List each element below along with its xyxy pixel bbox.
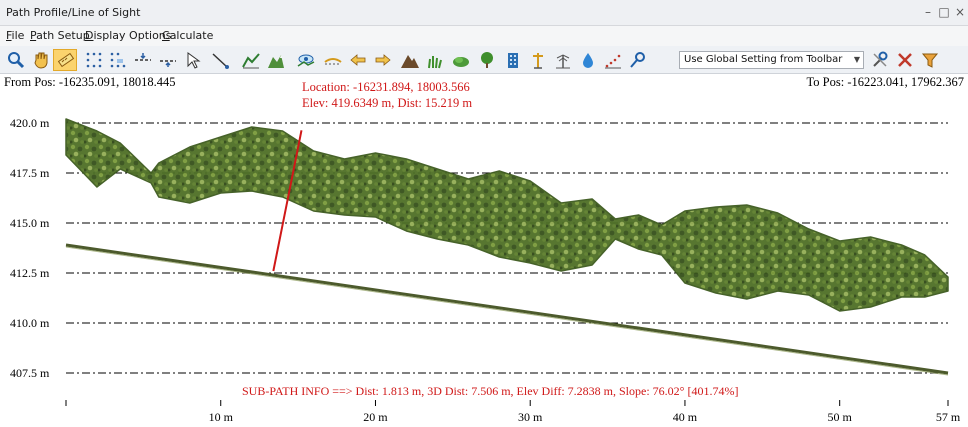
y-tick-label: 412.5 m: [10, 266, 50, 280]
setting-source-dropdown[interactable]: Use Global Setting from Toolbar ▼: [679, 51, 864, 69]
minimize-button[interactable]: –: [921, 4, 935, 20]
menu-bar: File Path Setup Display Options Calculat…: [0, 26, 968, 46]
y-tick-label: 415.0 m: [10, 216, 50, 230]
arrow-left-icon[interactable]: [348, 50, 368, 70]
pin-icon[interactable]: [628, 50, 648, 70]
tower-icon[interactable]: [528, 50, 548, 70]
menu-path-setup[interactable]: Path Setup: [30, 29, 90, 42]
maximize-button[interactable]: □: [937, 4, 951, 20]
settings-tools-icon[interactable]: [870, 50, 890, 70]
horizontal-line-alt-icon[interactable]: [158, 50, 178, 70]
building-icon[interactable]: [503, 50, 523, 70]
x-tick-label: 40 m: [673, 410, 698, 424]
x-tick-label: 20 m: [363, 410, 388, 424]
y-tick-label: 417.5 m: [10, 166, 50, 180]
profile-chart[interactable]: 420.0 m 417.5 m 415.0 m 412.5 m 410.0 m 407.5…: [0, 74, 968, 427]
bush-icon[interactable]: [451, 50, 471, 70]
close-button[interactable]: ×: [953, 4, 967, 20]
x-tick-label: 50 m: [828, 410, 853, 424]
arrow-right-icon[interactable]: [373, 50, 393, 70]
menu-display-options[interactable]: Display Options: [85, 29, 172, 42]
horizontal-line-icon[interactable]: [133, 50, 153, 70]
grass-icon[interactable]: [425, 50, 445, 70]
x-tick-label: 10 m: [209, 410, 234, 424]
title-bar: Path Profile/Line of Sight – □ ×: [0, 0, 968, 26]
filter-icon[interactable]: [920, 50, 940, 70]
canopy-point-cloud: [65, 118, 949, 312]
x-tick-label: 57 m: [936, 410, 961, 424]
window-title: Path Profile/Line of Sight: [6, 6, 141, 19]
measure-tool-icon[interactable]: [56, 50, 76, 70]
chevron-down-icon: ▼: [853, 55, 860, 64]
clear-icon[interactable]: [895, 50, 915, 70]
grid-dots-icon[interactable]: [84, 50, 104, 70]
menu-calculate[interactable]: Calculate: [162, 29, 213, 42]
mountain-icon[interactable]: [400, 50, 420, 70]
antenna-icon[interactable]: [553, 50, 573, 70]
flat-line-icon[interactable]: [323, 50, 343, 70]
pan-hand-icon[interactable]: [31, 50, 51, 70]
dots-chart-icon[interactable]: [603, 50, 623, 70]
line-icon[interactable]: [210, 50, 230, 70]
subpath-info-label: SUB-PATH INFO ==> Dist: 1.813 m, 3D Dist…: [242, 384, 739, 398]
toolbar: Use Global Setting from Toolbar ▼: [0, 46, 968, 74]
grid-dots-alt-icon[interactable]: [108, 50, 128, 70]
eye-view-icon[interactable]: [296, 50, 316, 70]
dropdown-value: Use Global Setting from Toolbar: [684, 54, 843, 65]
water-drop-icon[interactable]: [578, 50, 598, 70]
x-tick-label: 30 m: [518, 410, 543, 424]
y-tick-label: 407.5 m: [10, 366, 50, 380]
menu-file[interactable]: File: [6, 29, 24, 42]
y-tick-label: 410.0 m: [10, 316, 50, 330]
terrain-chart-icon[interactable]: [241, 50, 261, 70]
zoom-icon[interactable]: [6, 50, 26, 70]
y-tick-label: 420.0 m: [10, 116, 50, 130]
pointer-icon[interactable]: [184, 50, 204, 70]
tree-icon[interactable]: [477, 50, 497, 70]
terrain-fill-icon[interactable]: [266, 50, 286, 70]
